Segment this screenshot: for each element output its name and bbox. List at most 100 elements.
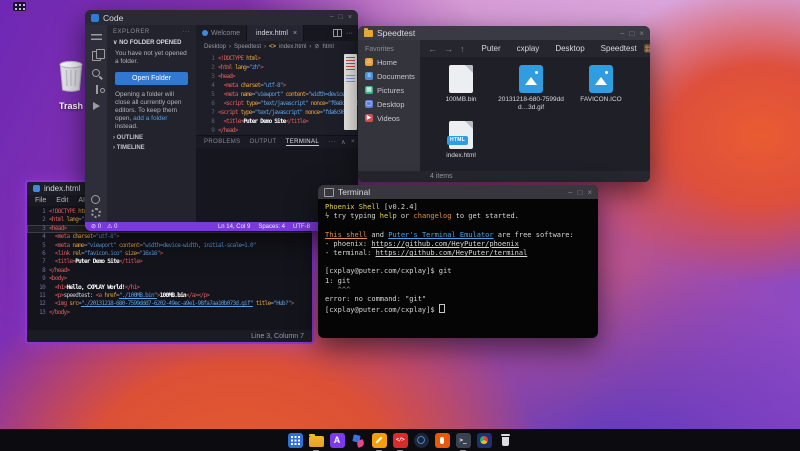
explorer-icon[interactable] <box>92 51 101 61</box>
code-line: 6 <link rel="favicon.ico" size="16x16"> <box>27 250 312 258</box>
explorer-section-header[interactable]: ∨ NO FOLDER OPENED <box>107 37 196 48</box>
path-item[interactable]: Desktop <box>555 44 584 53</box>
error-count[interactable]: ⊘ 0 <box>91 223 101 230</box>
dock-icon-camera[interactable] <box>413 432 429 448</box>
vscode-titlebar[interactable]: Code − □ × <box>85 10 358 25</box>
dock-icon-editor[interactable] <box>371 432 387 448</box>
more-actions-icon[interactable]: ··· <box>328 138 336 146</box>
minimize-button[interactable]: − <box>568 188 573 197</box>
tab-welcome[interactable]: Welcome <box>196 25 247 41</box>
path-item[interactable]: cxplay <box>517 44 540 53</box>
home-icon: ⌂ <box>365 58 373 66</box>
vscode-code-area[interactable]: 1<!DOCTYPE html>2<html lang="zh">3<head>… <box>196 52 358 135</box>
chevron-down-icon: ∨ <box>113 40 117 46</box>
menu-item-edit[interactable]: Edit <box>56 197 68 204</box>
tab-index.html[interactable]: index.html× <box>247 25 304 41</box>
path-breadcrumb: Puter cxplay Desktop Speedtest <box>482 44 637 53</box>
sidebar-item-videos[interactable]: ▶Videos <box>358 111 420 125</box>
breadcrumb-item[interactable]: index.html <box>279 44 306 50</box>
split-editor-icon[interactable] <box>333 29 342 37</box>
grid-view-icon[interactable]: ▦ <box>644 43 650 54</box>
sidebar-item-desktop[interactable]: ▢Desktop <box>358 97 420 111</box>
breadcrumb-item[interactable]: Speedtest <box>234 44 261 50</box>
dock-icon-speedtest[interactable] <box>476 432 492 448</box>
settings-gear-icon[interactable] <box>91 208 101 218</box>
terminal-line: [cxplay@puter.com/cxplay]$ git <box>325 267 591 276</box>
dock-icon-app-center[interactable]: A <box>329 432 345 448</box>
forward-icon[interactable]: → <box>444 44 453 54</box>
code-line: 13</body> <box>27 309 312 317</box>
dock-icon-dev-center[interactable] <box>350 432 366 448</box>
menu-item-ai[interactable]: AI <box>78 197 85 204</box>
terminal-titlebar[interactable]: Terminal − □ × <box>318 185 598 199</box>
source-control-icon[interactable] <box>96 85 98 94</box>
status-item[interactable]: UTF-8 <box>293 224 310 230</box>
files-grid[interactable]: 100MB.bin20131218-680-7599ddd…3d.gifFAVI… <box>420 57 650 175</box>
minimap[interactable] <box>344 54 357 130</box>
warning-count[interactable]: ⚠ 0 <box>107 223 117 230</box>
panel-tab-output[interactable]: OUTPUT <box>250 139 277 146</box>
open-folder-button[interactable]: Open Folder <box>115 72 188 85</box>
file-item[interactable]: 100MB.bin <box>428 63 494 119</box>
breadcrumb-item[interactable]: html <box>322 44 333 50</box>
menu-icon[interactable] <box>91 34 102 43</box>
files-sidebar: Favorites ⌂Home≡Documents▦Pictures▢Deskt… <box>358 40 420 171</box>
run-debug-icon[interactable] <box>93 102 100 110</box>
dock-icon-trash[interactable] <box>497 432 513 448</box>
sidebar-item-documents[interactable]: ≡Documents <box>358 69 420 83</box>
status-item[interactable]: Ln 14, Col 9 <box>218 224 250 230</box>
account-icon[interactable] <box>91 195 100 204</box>
maximize-button[interactable]: □ <box>577 188 582 197</box>
timeline-section[interactable]: › TIMELINE <box>107 143 196 153</box>
close-button[interactable]: × <box>587 188 592 197</box>
back-icon[interactable]: ← <box>428 44 437 54</box>
minimize-button[interactable]: − <box>620 29 625 38</box>
panel-maximize-icon[interactable]: ∧ <box>341 138 346 146</box>
dock-icon-recorder[interactable] <box>434 432 450 448</box>
status-item[interactable]: Spaces: 4 <box>258 224 285 230</box>
error-icon: ⊘ <box>91 224 96 230</box>
trash-icon <box>498 433 513 448</box>
terminal-output[interactable]: Phoenix Shell [v0.2.4]ϟ try typing help … <box>318 199 598 338</box>
menu-item-file[interactable]: File <box>35 197 46 204</box>
dock-icon-app-launcher[interactable] <box>287 432 303 448</box>
sidebar-item-pictures[interactable]: ▦Pictures <box>358 83 420 97</box>
minimize-button[interactable]: − <box>330 14 334 21</box>
desktop-icon: ▢ <box>365 100 373 108</box>
close-button[interactable]: × <box>348 14 352 21</box>
up-icon[interactable]: ↑ <box>460 44 465 54</box>
maximize-button[interactable]: □ <box>339 14 343 21</box>
file-manager-window[interactable]: Speedtest − □ × Favorites ⌂Home≡Document… <box>358 26 650 182</box>
explorer-note: Opening a folder will close all currentl… <box>107 89 196 133</box>
files-titlebar[interactable]: Speedtest − □ × <box>358 26 650 40</box>
code-line: 7 <title>Puter Demo Site</title> <box>27 258 312 266</box>
panel-close-icon[interactable]: × <box>351 138 355 146</box>
file-icon: HTML <box>449 121 473 149</box>
add-folder-link[interactable]: add a folder <box>133 115 167 122</box>
breadcrumb-item[interactable]: Desktop <box>204 44 226 50</box>
maximize-button[interactable]: □ <box>629 29 634 38</box>
more-actions-icon[interactable]: ··· <box>346 30 353 37</box>
dock-icon-terminal[interactable]: >_ <box>455 432 471 448</box>
code-line: 2<html lang="zh"> <box>196 63 358 72</box>
dock-icon-files[interactable] <box>308 432 324 448</box>
close-button[interactable]: × <box>639 29 644 38</box>
outline-section[interactable]: › OUTLINE <box>107 133 196 143</box>
file-item[interactable]: FAVICON.ICO <box>568 63 634 119</box>
code-line: 4 <meta charset="utf-8"> <box>196 81 358 90</box>
search-icon[interactable] <box>92 69 100 77</box>
terminal-window[interactable]: Terminal − □ × Phoenix Shell [v0.2.4]ϟ t… <box>318 185 598 338</box>
path-item[interactable]: Puter <box>482 44 501 53</box>
sidebar-item-home[interactable]: ⌂Home <box>358 55 420 69</box>
tab-close-icon[interactable]: × <box>293 30 297 37</box>
code-line: 8</head> <box>27 267 312 275</box>
file-item[interactable]: HTMLindex.html <box>428 119 494 175</box>
vscode-app-icon <box>91 14 99 22</box>
path-item[interactable]: Speedtest <box>601 44 637 53</box>
panel-tab-problems[interactable]: PROBLEMS <box>204 139 241 146</box>
more-actions-icon[interactable]: ··· <box>183 29 191 35</box>
panel-tab-terminal[interactable]: TERMINAL <box>286 139 320 146</box>
desktop-menu-icon[interactable] <box>13 2 26 11</box>
dock-icon-code[interactable]: </> <box>392 432 408 448</box>
file-item[interactable]: 20131218-680-7599ddd…3d.gif <box>498 63 564 119</box>
